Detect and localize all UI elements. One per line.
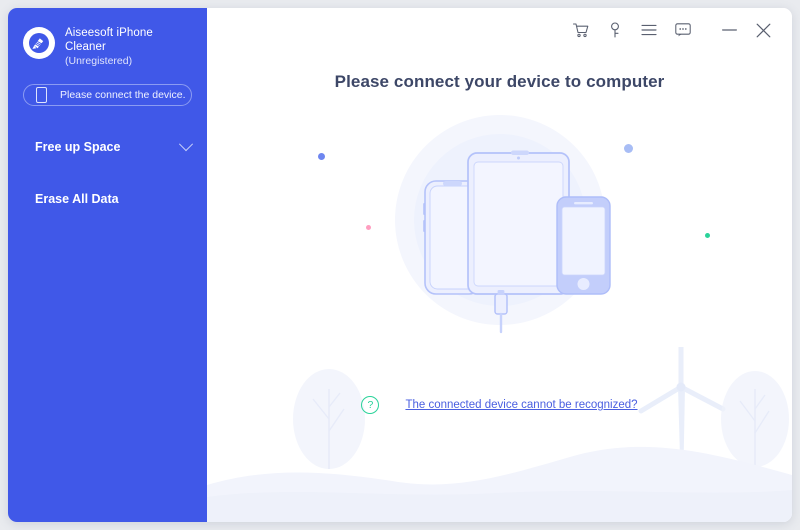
question-mark-icon: ? — [361, 396, 380, 414]
devices-illustration — [395, 115, 611, 334]
page-title: Please connect your device to computer — [334, 72, 665, 91]
feedback-icon[interactable] — [671, 18, 695, 42]
app-window: Aiseesoft iPhone Cleaner (Unregistered) … — [8, 8, 792, 522]
close-icon[interactable] — [751, 18, 775, 42]
key-icon[interactable] — [603, 18, 627, 42]
iphone-home-button-device — [556, 196, 611, 295]
menu-icon[interactable] — [637, 18, 661, 42]
brand: Aiseesoft iPhone Cleaner (Unregistered) — [8, 8, 207, 69]
sidebar: Aiseesoft iPhone Cleaner (Unregistered) … — [8, 8, 207, 522]
sidebar-item-label: Free up Space — [35, 139, 121, 154]
app-title: Aiseesoft iPhone Cleaner — [65, 27, 153, 53]
help-row: ? The connected device cannot be recogni… — [207, 396, 792, 414]
brush-logo-icon — [23, 27, 55, 59]
connect-device-button[interactable]: Please connect the device. — [23, 83, 192, 106]
chevron-down-icon — [178, 136, 194, 151]
registration-status: (Unregistered) — [65, 55, 133, 67]
cart-icon[interactable] — [569, 18, 593, 42]
minimize-icon[interactable] — [717, 18, 741, 42]
ipad-device — [467, 150, 570, 295]
brand-text: Aiseesoft iPhone Cleaner (Unregistered) — [65, 26, 175, 69]
scenery-decoration — [207, 347, 792, 522]
sidebar-item-label: Erase All Data — [35, 191, 119, 206]
main-content: Please connect your device to computer ?… — [207, 8, 792, 522]
device-not-recognized-link[interactable]: The connected device cannot be recognize… — [405, 399, 637, 411]
connect-device-label: Please connect the device. — [60, 88, 186, 101]
phone-icon — [36, 86, 47, 103]
sidebar-item-free-up-space[interactable]: Free up Space — [8, 132, 207, 162]
lightning-cable-icon — [494, 290, 508, 334]
sidebar-item-erase-all-data[interactable]: Erase All Data — [8, 184, 207, 214]
titlebar — [207, 8, 792, 52]
